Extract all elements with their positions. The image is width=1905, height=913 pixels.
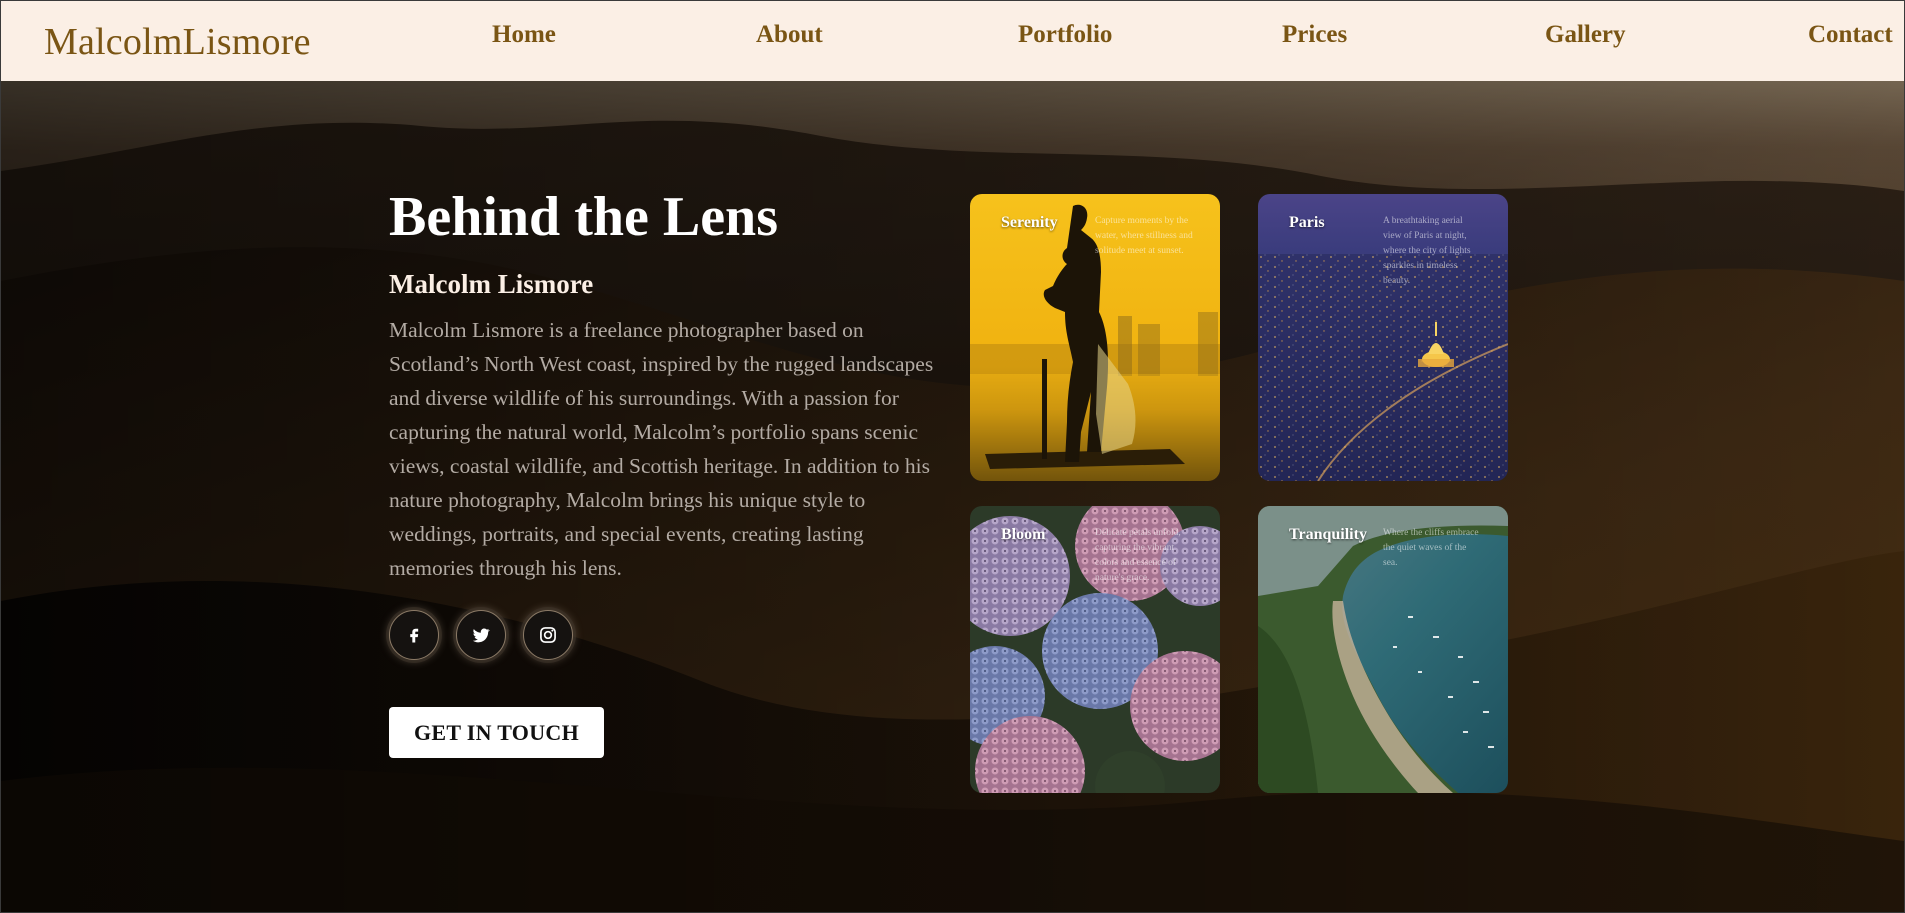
instagram-icon: [540, 627, 556, 643]
photographer-name: Malcolm Lismore: [389, 269, 594, 299]
card-description: Capture moments by the water, where stil…: [1095, 216, 1193, 256]
card-title: Serenity: [1001, 214, 1058, 231]
facebook-button[interactable]: [389, 610, 439, 660]
card-description: A breathtaking aerial view of Paris at n…: [1383, 216, 1471, 286]
card-title: Bloom: [1001, 526, 1046, 543]
card-title: Tranquility: [1289, 526, 1367, 543]
facebook-icon: [410, 628, 419, 643]
card-description: Delicate petals unfold, capturing the vi…: [1095, 528, 1181, 583]
twitter-icon: [472, 628, 490, 643]
card-title: Paris: [1289, 214, 1325, 231]
nav-prices[interactable]: Prices: [1282, 21, 1347, 49]
hero-overlay: [1, 81, 1904, 912]
instagram-button[interactable]: [523, 610, 573, 660]
nav-portfolio[interactable]: Portfolio: [1018, 21, 1112, 49]
page-viewport: MalcolmLismore Home About Portfolio Pric…: [0, 0, 1905, 913]
card-tranquility[interactable]: Tranquility Where the cliffs embrace the…: [1258, 506, 1508, 793]
hero-section: [1, 81, 1904, 912]
card-bloom[interactable]: Bloom Delicate petals unfold, capturing …: [970, 506, 1220, 793]
get-in-touch-button[interactable]: GET IN TOUCH: [389, 707, 604, 758]
card-serenity[interactable]: Serenity Capture moments by the water, w…: [970, 194, 1220, 481]
twitter-button[interactable]: [456, 610, 506, 660]
nav-contact[interactable]: Contact: [1808, 21, 1893, 49]
site-logo[interactable]: MalcolmLismore: [44, 20, 311, 64]
card-paris[interactable]: Paris A breathtaking aerial view of Pari…: [1258, 194, 1508, 481]
page-title: Behind the Lens: [389, 186, 778, 248]
card-description: Where the cliffs embrace the quiet waves…: [1383, 528, 1479, 568]
nav-gallery[interactable]: Gallery: [1545, 21, 1626, 49]
nav-home[interactable]: Home: [492, 21, 556, 49]
bio-text: Malcolm Lismore is a freelance photograp…: [389, 318, 934, 580]
site-header: MalcolmLismore Home About Portfolio Pric…: [1, 1, 1904, 81]
nav-about[interactable]: About: [756, 21, 823, 49]
